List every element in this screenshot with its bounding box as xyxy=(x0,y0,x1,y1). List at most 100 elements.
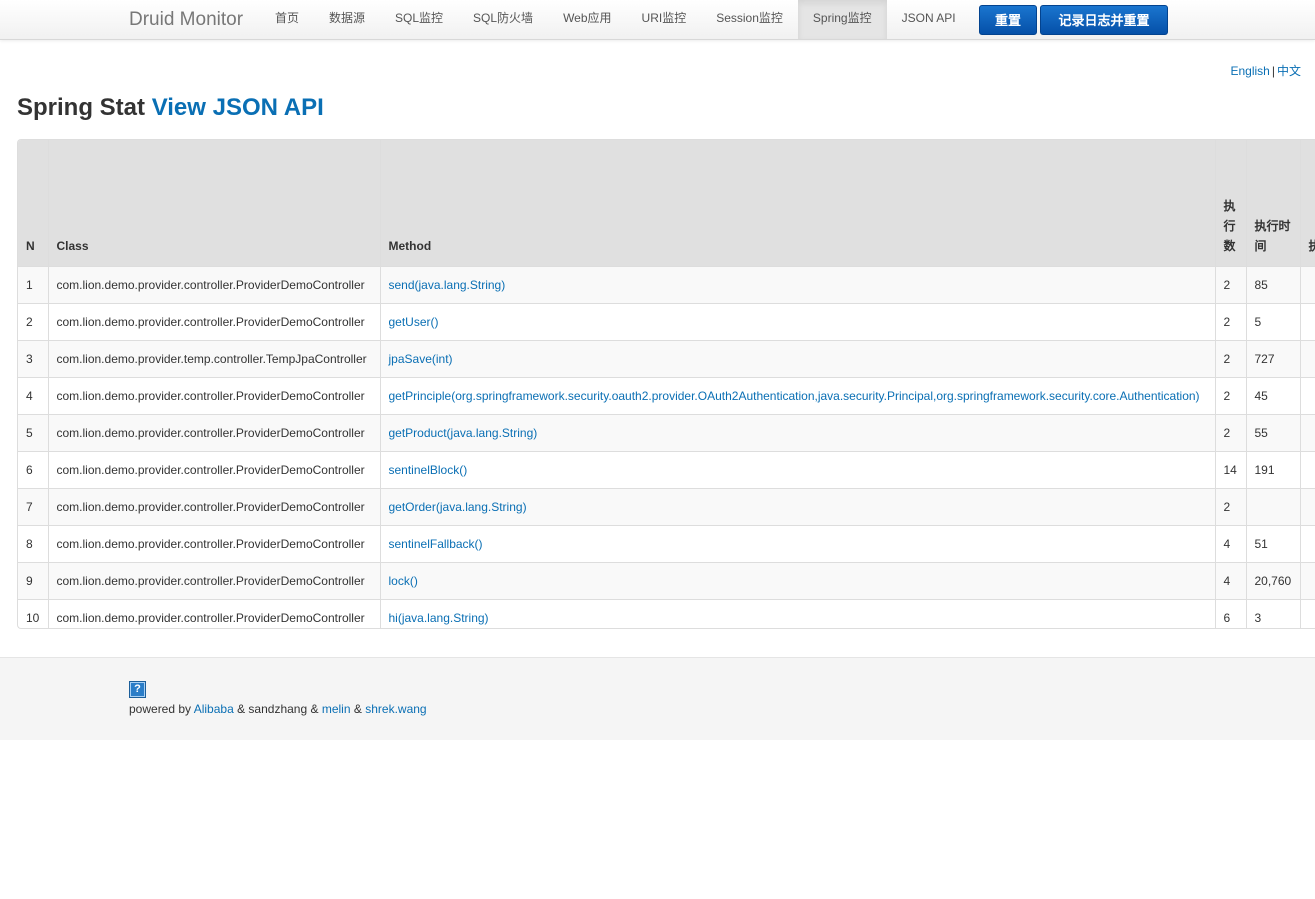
nav-item-sql[interactable]: SQL监控 xyxy=(380,0,458,39)
cell-method: getOrder(java.lang.String) xyxy=(379,488,1215,526)
cell-class: com.lion.demo.provider.controller.Provid… xyxy=(47,488,380,526)
cell-n: 9 xyxy=(18,562,48,600)
method-link[interactable]: hi(java.lang.String) xyxy=(389,611,489,625)
lang-chinese-link[interactable]: 中文 xyxy=(1277,64,1301,78)
cell-exec-time: 20,760 xyxy=(1245,562,1300,600)
method-link[interactable]: getOrder(java.lang.String) xyxy=(389,500,527,514)
col-header-class[interactable]: Class xyxy=(47,140,380,267)
page-title: Spring Stat View JSON API xyxy=(17,94,324,122)
table-row: 10 com.lion.demo.provider.controller.Prov… xyxy=(18,599,1315,628)
cell-n: 1 xyxy=(18,266,48,304)
nav-menu: 首页 数据源 SQL监控 SQL防火墙 Web应用 URI监控 Session监… xyxy=(260,0,971,39)
cell-method: sentinelFallback() xyxy=(379,525,1215,563)
nav-item-sql-firewall[interactable]: SQL防火墙 xyxy=(458,0,548,39)
cell-n: 8 xyxy=(18,525,48,563)
col-header-exec-time[interactable]: 执行时间 xyxy=(1245,140,1300,267)
cell-method: lock() xyxy=(379,562,1215,600)
powered-by-label: powered by xyxy=(129,702,192,716)
reset-button[interactable]: 重置 xyxy=(979,5,1037,35)
cell-exec-time: 3 xyxy=(1245,599,1300,628)
table-row: 9 com.lion.demo.provider.controller.Provi… xyxy=(18,562,1315,600)
col-header-method[interactable]: Method xyxy=(379,140,1215,267)
cell-exec-count: 14 xyxy=(1214,451,1246,489)
help-icon[interactable]: ? xyxy=(129,681,146,698)
spring-stat-table: N Class Method 执行数 执行时间 执行中 1com.lion.de… xyxy=(18,140,1315,628)
cell-exec-count: 2 xyxy=(1214,414,1246,452)
cell-running xyxy=(1299,340,1315,378)
cell-exec-count: 6 xyxy=(1214,599,1246,628)
cell-method: send(java.lang.String) xyxy=(379,266,1215,304)
footer: ? powered by Alibaba & sandzhang & melin… xyxy=(0,657,1315,740)
method-link[interactable]: getProduct(java.lang.String) xyxy=(389,426,538,440)
nav-item-uri[interactable]: URI监控 xyxy=(627,0,702,39)
cell-class: com.lion.demo.provider.controller.Provid… xyxy=(47,414,380,452)
cell-running xyxy=(1299,488,1315,526)
nav-item-datasource[interactable]: 数据源 xyxy=(314,0,380,39)
navbar: Druid Monitor 首页 数据源 SQL监控 SQL防火墙 Web应用 … xyxy=(0,0,1315,40)
nav-item-web-app[interactable]: Web应用 xyxy=(548,0,626,39)
nav-item-session[interactable]: Session监控 xyxy=(701,0,798,39)
table-header-row: N Class Method 执行数 执行时间 执行中 xyxy=(18,140,1315,267)
cell-n: 3 xyxy=(18,340,48,378)
cell-exec-count: 4 xyxy=(1214,562,1246,600)
melin-link[interactable]: melin xyxy=(322,702,351,716)
cell-class: com.lion.demo.provider.controller.Provid… xyxy=(47,562,380,600)
lang-english-link[interactable]: English xyxy=(1231,64,1270,78)
cell-exec-time: 55 xyxy=(1245,414,1300,452)
method-link[interactable]: send(java.lang.String) xyxy=(389,278,506,292)
cell-exec-time: 45 xyxy=(1245,377,1300,415)
cell-exec-time xyxy=(1245,488,1300,526)
cell-exec-count: 2 xyxy=(1214,266,1246,304)
cell-class: com.lion.demo.provider.controller.Provid… xyxy=(47,377,380,415)
method-link[interactable]: sentinelBlock() xyxy=(389,463,468,477)
cell-running xyxy=(1299,451,1315,489)
method-link[interactable]: sentinelFallback() xyxy=(389,537,483,551)
cell-exec-time: 51 xyxy=(1245,525,1300,563)
cell-running xyxy=(1299,377,1315,415)
method-link[interactable]: jpaSave(int) xyxy=(389,352,453,366)
table-row: 2 com.lion.demo.provider.controller.Provi… xyxy=(18,303,1315,341)
cell-class: com.lion.demo.provider.temp.controller.T… xyxy=(47,340,380,378)
spring-stat-table-container: N Class Method 执行数 执行时间 执行中 1com.lion.de… xyxy=(17,139,1315,629)
cell-method: getPrinciple(org.springframework.securit… xyxy=(379,377,1215,415)
log-and-reset-button[interactable]: 记录日志并重置 xyxy=(1040,5,1168,35)
table-row: 6 com.lion.demo.provider.controller.Provi… xyxy=(18,451,1315,489)
cell-class: com.lion.demo.provider.controller.Provid… xyxy=(47,525,380,563)
alibaba-link[interactable]: Alibaba xyxy=(194,702,234,716)
cell-exec-time: 85 xyxy=(1245,266,1300,304)
cell-exec-time: 5 xyxy=(1245,303,1300,341)
method-link[interactable]: getPrinciple(org.springframework.securit… xyxy=(389,389,1200,403)
language-switcher: English | 中文 xyxy=(1231,62,1302,79)
method-link[interactable]: getUser() xyxy=(389,315,439,329)
cell-method: sentinelBlock() xyxy=(379,451,1215,489)
cell-running xyxy=(1299,303,1315,341)
cell-method: jpaSave(int) xyxy=(379,340,1215,378)
cell-class: com.lion.demo.provider.controller.Provid… xyxy=(47,266,380,304)
cell-exec-count: 2 xyxy=(1214,377,1246,415)
view-json-api-link[interactable]: View JSON API xyxy=(152,94,324,121)
cell-running xyxy=(1299,562,1315,600)
cell-n: 5 xyxy=(18,414,48,452)
powered-by-text: powered by Alibaba & sandzhang & melin &… xyxy=(129,702,427,716)
table-row: 1 com.lion.demo.provider.controller.Provi… xyxy=(18,266,1315,304)
col-header-running[interactable]: 执行中 xyxy=(1299,140,1315,267)
cell-n: 6 xyxy=(18,451,48,489)
page-title-text: Spring Stat xyxy=(17,94,146,121)
cell-exec-count: 2 xyxy=(1214,488,1246,526)
cell-exec-count: 4 xyxy=(1214,525,1246,563)
cell-class: com.lion.demo.provider.controller.Provid… xyxy=(47,599,380,628)
cell-n: 7 xyxy=(18,488,48,526)
table-row: 8 com.lion.demo.provider.controller.Provi… xyxy=(18,525,1315,563)
method-link[interactable]: lock() xyxy=(389,574,418,588)
nav-item-spring[interactable]: Spring监控 xyxy=(797,0,887,39)
nav-item-home[interactable]: 首页 xyxy=(260,0,314,39)
cell-running xyxy=(1299,599,1315,628)
table-body: 1 com.lion.demo.provider.controller.Provi… xyxy=(18,266,1315,628)
brand-logo[interactable]: Druid Monitor xyxy=(129,9,243,31)
nav-item-json-api[interactable]: JSON API xyxy=(887,0,971,39)
col-header-exec-count[interactable]: 执行数 xyxy=(1214,140,1246,267)
cell-method: getProduct(java.lang.String) xyxy=(379,414,1215,452)
shrek-wang-link[interactable]: shrek.wang xyxy=(365,702,426,716)
cell-n: 2 xyxy=(18,303,48,341)
col-header-n[interactable]: N xyxy=(18,140,48,267)
